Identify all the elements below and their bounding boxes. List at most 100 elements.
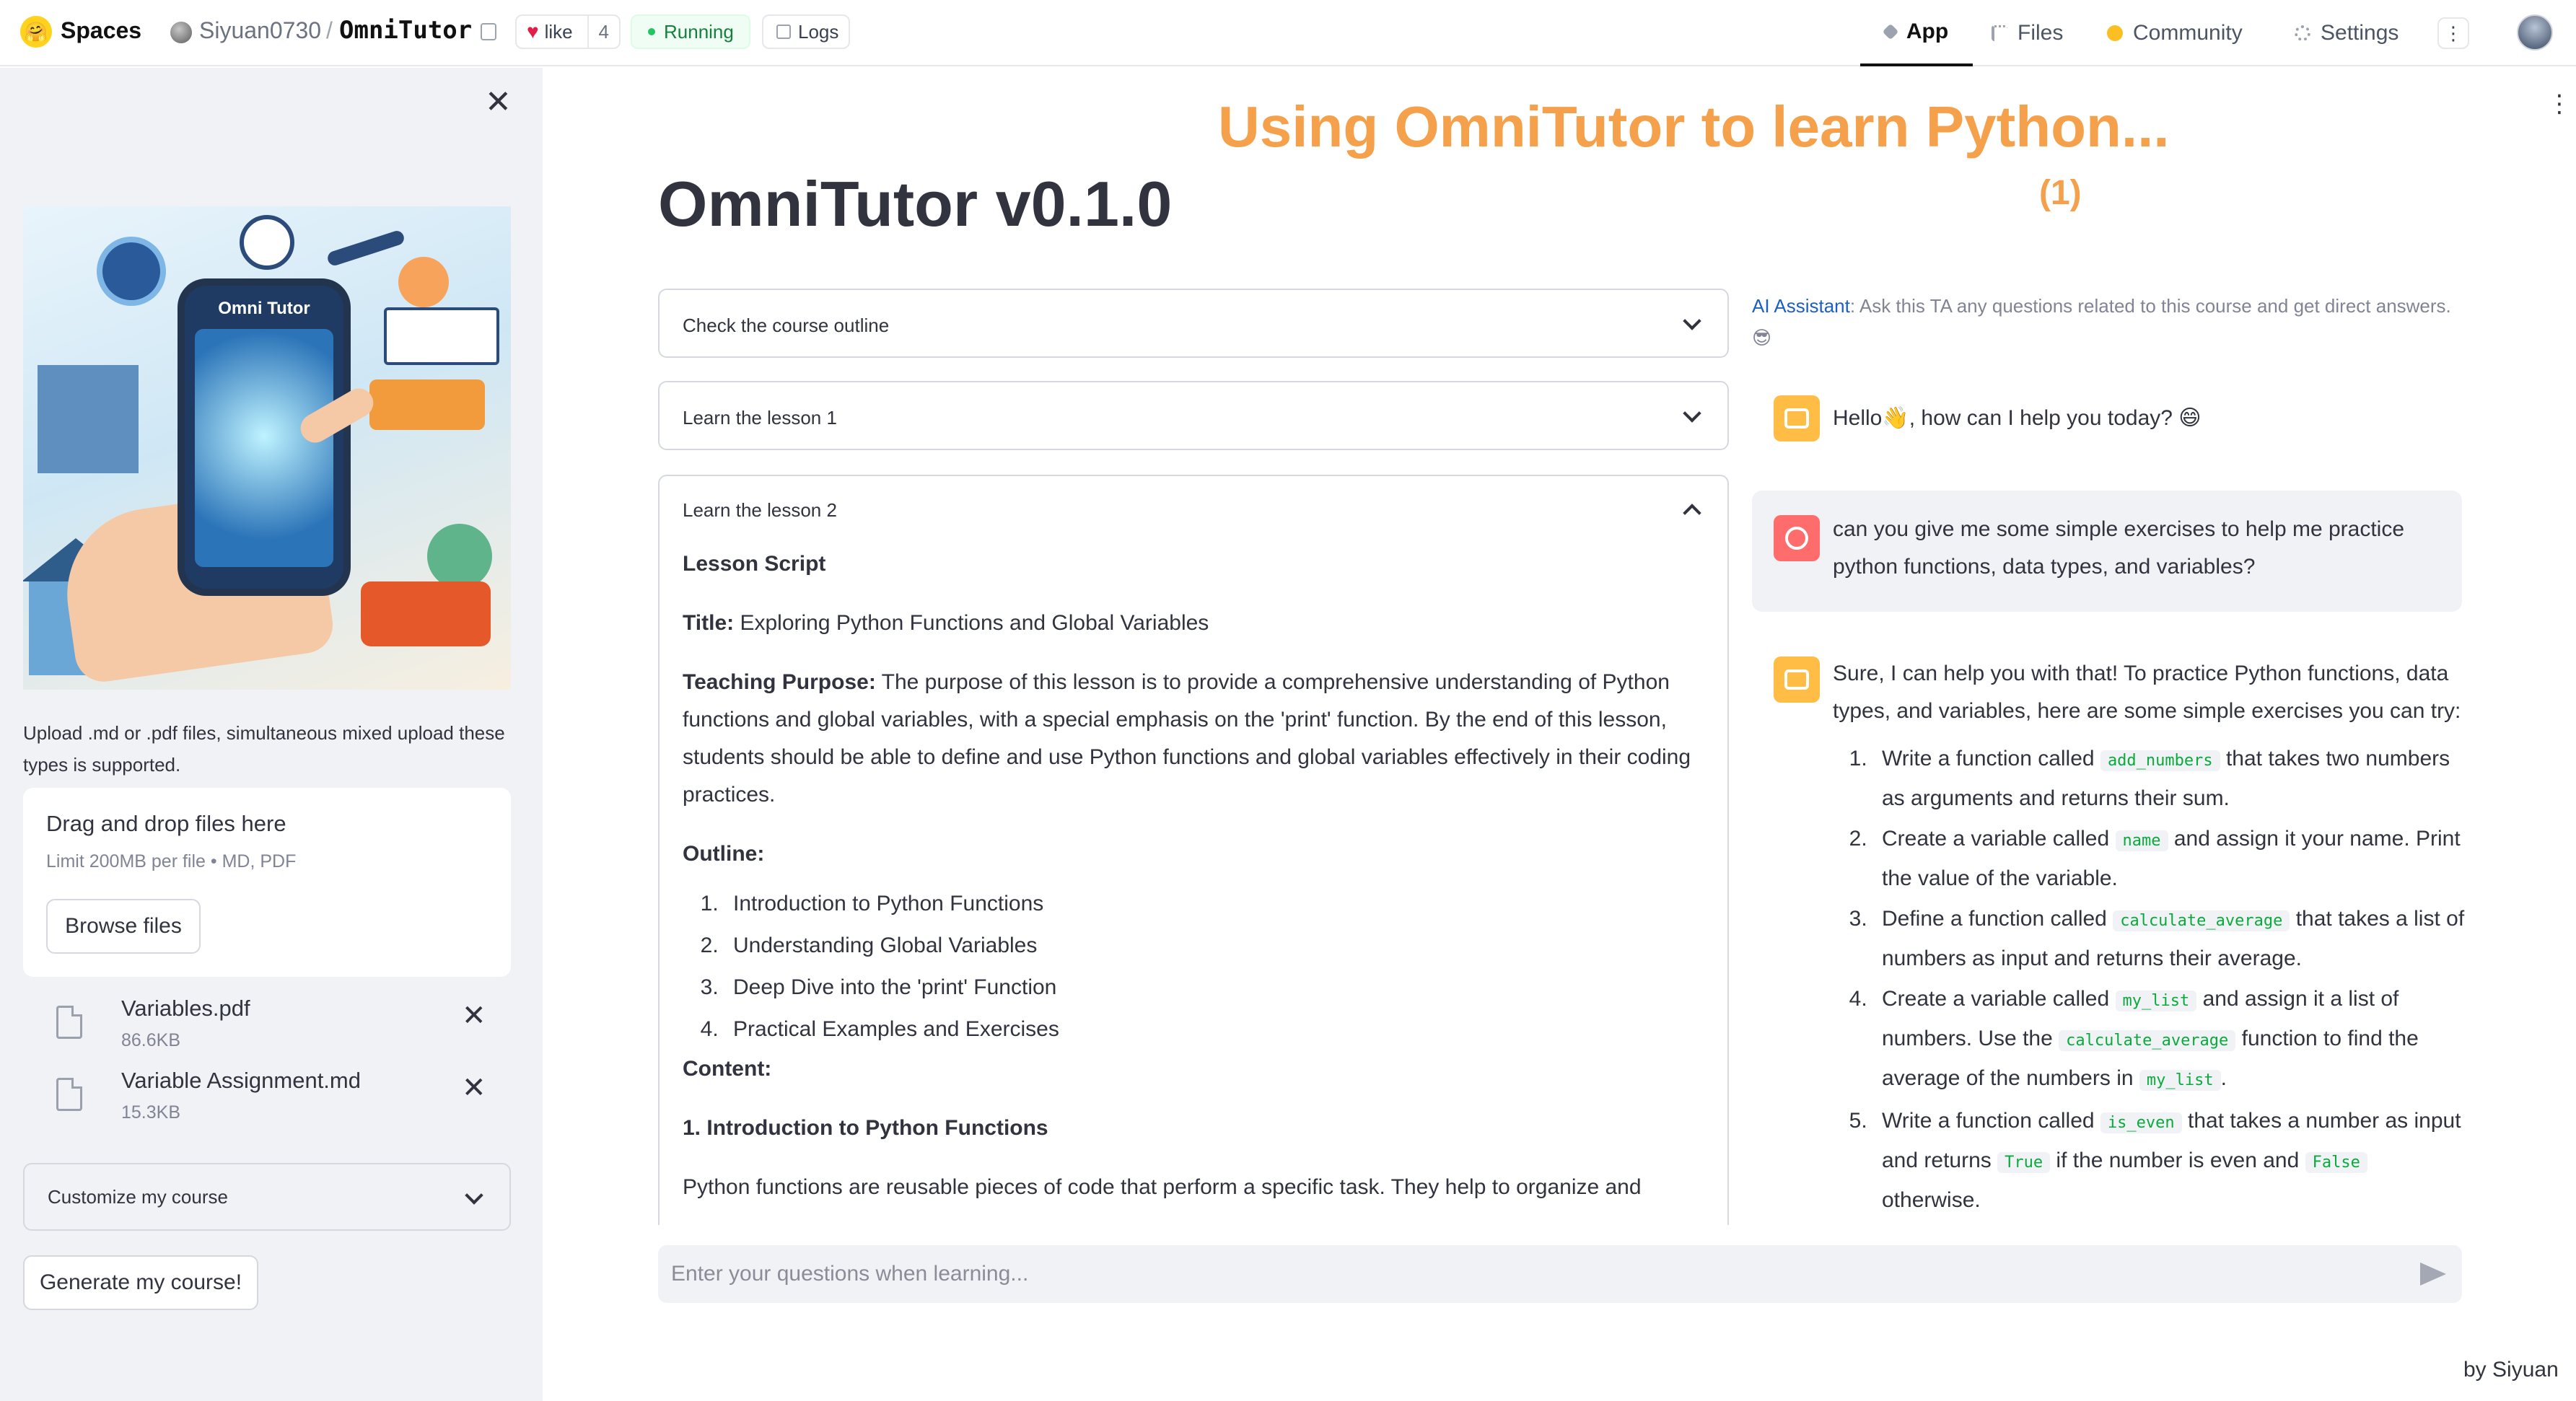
bot-avatar-icon [1774,395,1820,442]
tab-files[interactable]: Files [1992,0,2063,66]
upload-hint: Upload .md or .pdf files, simultaneous m… [23,722,505,776]
generate-course-button[interactable]: Generate my course! [23,1255,258,1310]
browse-files-button[interactable]: Browse files [46,899,201,954]
bus-icon [369,379,485,430]
spaces-link[interactable]: Spaces [61,17,141,44]
hero-illustration: Omni Tutor [23,206,511,690]
repo-name-link[interactable]: OmniTutor [339,16,472,45]
tab-app[interactable]: App [1860,0,1973,66]
bot-avatar-icon [1774,656,1820,703]
like-button[interactable]: ♥ like 4 [515,14,621,49]
copy-icon[interactable] [481,23,496,40]
tab-settings[interactable]: Settings [2295,0,2398,66]
chevron-down-icon [465,1186,483,1205]
inline-code: is_even [2100,1112,2182,1133]
file-name: Variables.pdf [121,996,250,1021]
chat-input[interactable] [671,1245,2388,1303]
customize-course-expander[interactable]: Customize my course [23,1163,511,1231]
chat-input-container [658,1245,2462,1303]
uploaded-file-row: Variable Assignment.md 15.3KB ✕ [23,1062,511,1131]
more-options-button[interactable]: ⋮ [2437,17,2469,49]
lesson-script-heading: Lesson Script [683,552,826,576]
expander-label: Learn the lesson 1 [683,407,837,429]
expander-course-outline[interactable]: Check the course outline [658,289,1729,358]
logs-icon [776,25,791,39]
breadcrumb-separator: / [326,17,333,43]
app-icon [1882,23,1899,40]
file-size: 15.3KB [121,1102,181,1123]
user-avatar[interactable] [2517,14,2553,50]
inline-code: my_list [2115,991,2197,1011]
inline-code: False [2305,1152,2367,1173]
outline-label: Outline: [683,842,765,866]
expander-label[interactable]: Learn the lesson 2 [683,499,837,522]
inline-code: calculate_average [2113,910,2290,931]
user-avatar-icon [1774,515,1820,561]
send-icon[interactable] [2420,1262,2446,1286]
chat-message-user: can you give me some simple exercises to… [1752,491,2462,612]
phone-title: Omni Tutor [218,299,310,318]
exercise-item: Define a function called calculate_avera… [1873,900,2468,978]
logs-button[interactable]: Logs [762,14,850,49]
expander-lesson-1[interactable]: Learn the lesson 1 [658,381,1729,450]
answer-intro: Sure, I can help you with that! To pract… [1833,662,2461,723]
close-sidebar-icon[interactable]: ✕ [485,87,512,118]
ai-assistant-link[interactable]: AI Assistant [1752,295,1850,317]
tab-settings-label: Settings [2321,21,2399,45]
files-icon [1992,25,2007,41]
huggingface-logo-icon[interactable]: 🤗 [20,16,52,48]
tab-community[interactable]: Community [2107,0,2243,66]
status-label: Running [664,20,734,43]
tab-community-label: Community [2133,21,2243,45]
outline-item: Practical Examples and Exercises [724,1009,1707,1050]
remove-file-icon[interactable]: ✕ [462,1073,486,1102]
uploaded-file-row: Variables.pdf 86.6KB ✕ [23,990,511,1059]
message-text: Hello👋, how can I help you today? 😄 [1833,406,2202,430]
inline-code: True [1997,1152,2051,1173]
expander-lesson-2: Learn the lesson 2 Lesson Script Title: … [658,475,1729,1225]
section-heading: 1. Introduction to Python Functions [683,1116,1048,1140]
customize-course-label: Customize my course [48,1185,228,1208]
book-icon [384,307,499,365]
tab-app-label: App [1906,19,1949,43]
footer-credit: by Siyuan [2463,1358,2559,1382]
content-label: Content: [683,1057,772,1081]
dropzone-limit: Limit 200MB per file • MD, PDF [46,851,297,871]
sun-icon [398,257,449,307]
assistant-description-text: : Ask this TA any questions related to t… [1752,295,2451,348]
overlay-caption: Using OmniTutor to learn Python... [1218,95,2170,159]
school-building-icon [38,365,139,473]
inline-code: calculate_average [2059,1030,2236,1051]
outline-item: Deep Dive into the 'print' Function [724,967,1707,1009]
main-menu-icon[interactable]: ⋮ [2547,89,2572,118]
page-title: OmniTutor v0.1.0 [658,168,1173,240]
top-bar: 🤗 Spaces Siyuan0730 / OmniTutor ♥ like 4… [0,0,2576,66]
exercise-item: Create a variable called my_list and ass… [1873,980,2468,1099]
chevron-up-icon[interactable] [1683,504,1701,522]
sidebar: ✕ Omni Tutor Upload .md or .pdf files, s… [0,68,543,1401]
inline-code: add_numbers [2100,750,2220,771]
outline-item: Introduction to Python Functions [724,883,1707,925]
inline-code: my_list [2139,1070,2221,1091]
file-dropzone[interactable]: Drag and drop files here Limit 200MB per… [23,788,511,977]
owner-link[interactable]: Siyuan0730 [199,17,321,44]
tab-files-label: Files [2018,21,2064,45]
exercise-item: Write a function called add_numbers that… [1873,740,2468,817]
lesson-title-label: Title: [683,611,735,635]
logs-label: Logs [798,20,839,43]
owner-avatar[interactable] [170,22,192,43]
heart-icon: ♥ [527,20,539,43]
lesson-title-value: Exploring Python Functions and Global Va… [740,611,1209,635]
settings-icon [2295,25,2310,41]
inline-code: name [2115,830,2168,851]
file-size: 86.6KB [121,1030,181,1050]
expander-label: Check the course outline [683,315,890,336]
status-badge: Running [631,14,750,49]
remove-file-icon[interactable]: ✕ [462,1001,486,1030]
community-icon [2107,25,2123,41]
message-text: Sure, I can help you with that! To pract… [1833,655,2468,1222]
planet-icon [102,242,160,300]
file-icon [56,1006,82,1039]
file-name: Variable Assignment.md [121,1068,361,1093]
exercise-list: Write a function called add_numbers that… [1873,740,2468,1219]
